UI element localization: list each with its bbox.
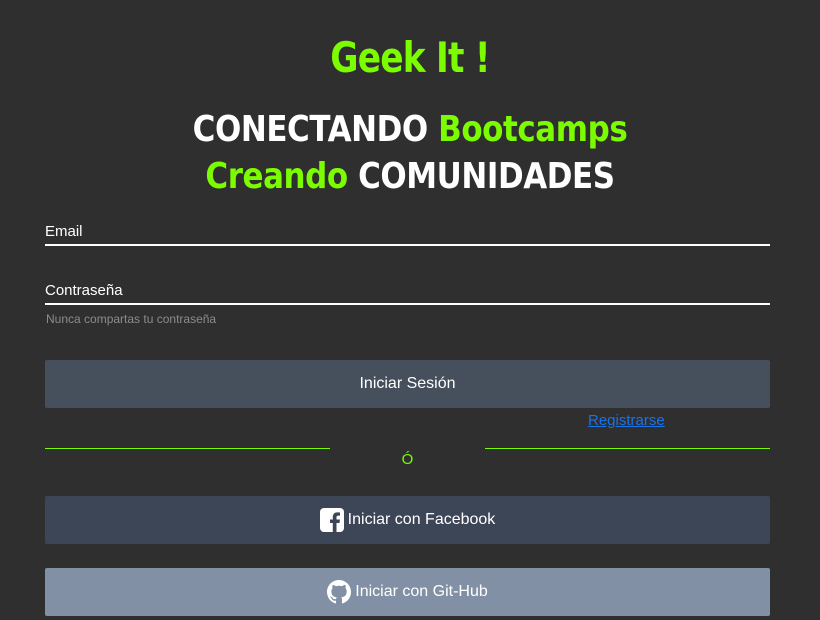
github-login-button[interactable]: Iniciar con Git-Hub (45, 568, 770, 616)
divider-right (485, 448, 770, 449)
tagline-creando: Creando (205, 156, 348, 197)
github-button-label: Iniciar con Git-Hub (355, 583, 488, 600)
divider-left (45, 448, 330, 449)
tagline-conectando: CONECTANDO (192, 109, 429, 150)
register-link[interactable]: Registrarse (588, 412, 665, 429)
tagline-comunidades: COMUNIDADES (358, 156, 615, 197)
email-label: Email (45, 223, 83, 240)
password-label: Contraseña (45, 282, 123, 299)
tagline-bootcamps: Bootcamps (438, 109, 628, 150)
facebook-icon (319, 508, 344, 532)
facebook-login-button[interactable]: Iniciar con Facebook (45, 496, 770, 544)
or-separator: Ó (401, 451, 414, 468)
login-button-label: Iniciar Sesión (359, 375, 456, 392)
password-hint: Nunca compartas tu contraseña (46, 312, 217, 326)
password-underline (45, 303, 770, 305)
login-button[interactable]: Iniciar Sesión (45, 360, 770, 408)
github-icon (327, 580, 352, 604)
facebook-button-label: Iniciar con Facebook (347, 511, 496, 528)
brand-logo-text: Geek It ! (330, 33, 490, 82)
email-field[interactable]: Email (45, 222, 770, 246)
tagline-line-1: CONECTANDO Bootcamps (57, 108, 762, 152)
tagline-line-2: Creando COMUNIDADES (57, 155, 762, 199)
login-page: Geek It ! CONECTANDO Bootcamps Creando C… (0, 0, 820, 620)
password-field[interactable]: Contraseña (45, 281, 770, 305)
email-underline (45, 244, 770, 246)
